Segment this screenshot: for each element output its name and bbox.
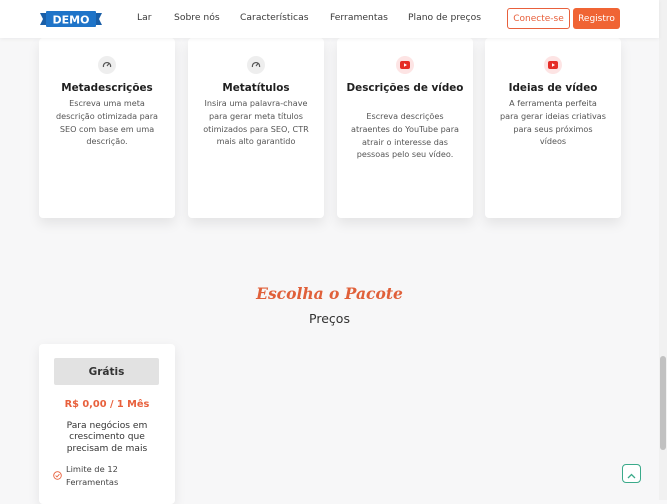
plan-name: Grátis	[54, 358, 159, 385]
pricing-heading: Escolha o Pacote	[256, 284, 403, 303]
check-circle-icon	[53, 465, 62, 484]
tool-card-video-descriptions[interactable]: Descrições de vídeo Escreva descrições a…	[337, 38, 473, 218]
plan-description: Para negócios em crescimento que precisa…	[66, 421, 148, 454]
plan-feature-item: Limite de 12 Ferramentas	[53, 463, 163, 489]
login-button[interactable]: Conecte-se	[507, 8, 570, 29]
register-button[interactable]: Registro	[573, 8, 620, 29]
tool-card-video-ideas[interactable]: Ideias de vídeo A ferramenta perfeita pa…	[485, 38, 621, 218]
plan-feature-text: Limite de 12 Ferramentas	[66, 464, 119, 487]
tool-description: Insira uma palavra-chave para gerar meta…	[203, 98, 309, 147]
tool-card-meta-titles[interactable]: Metatítulos Insira uma palavra-chave par…	[188, 38, 324, 218]
nav-about[interactable]: Sobre nós	[174, 12, 220, 23]
tool-description: A ferramenta perfeita para gerar ideias …	[499, 98, 606, 147]
gauge-icon	[98, 56, 116, 74]
plan-price: R$ 0,00 / 1 Mês	[64, 399, 150, 410]
tool-title: Descrições de vídeo	[346, 82, 464, 94]
plan-card-free: Grátis R$ 0,00 / 1 Mês Para negócios em …	[39, 344, 175, 504]
youtube-icon	[544, 56, 562, 74]
gauge-icon	[247, 56, 265, 74]
top-navbar: DEMO Lar Sobre nós Características Ferra…	[0, 0, 659, 38]
tool-card-meta-descriptions[interactable]: Metadescrições Escreva uma meta descriçã…	[39, 38, 175, 218]
nav-home[interactable]: Lar	[137, 12, 152, 23]
demo-logo[interactable]: DEMO	[40, 9, 102, 31]
pricing-subheading: Preços	[309, 311, 350, 326]
scrollbar-thumb[interactable]	[660, 356, 666, 450]
tool-description: Escreva uma meta descrição otimizada par…	[55, 98, 159, 147]
page-scrollbar[interactable]	[659, 0, 667, 500]
tool-title: Metatítulos	[222, 82, 290, 94]
youtube-icon	[396, 56, 414, 74]
nav-features[interactable]: Características	[240, 12, 309, 23]
nav-pricing[interactable]: Plano de preços	[408, 12, 481, 23]
tool-title: Metadescrições	[61, 82, 153, 94]
nav-tools[interactable]: Ferramentas	[330, 12, 388, 23]
tool-description: Escreva descrições atraentes do YouTube …	[351, 111, 460, 160]
tool-title: Ideias de vídeo	[508, 82, 598, 94]
chevron-up-icon	[627, 464, 636, 483]
back-to-top-button[interactable]	[622, 464, 641, 483]
logo-text: DEMO	[53, 14, 90, 27]
